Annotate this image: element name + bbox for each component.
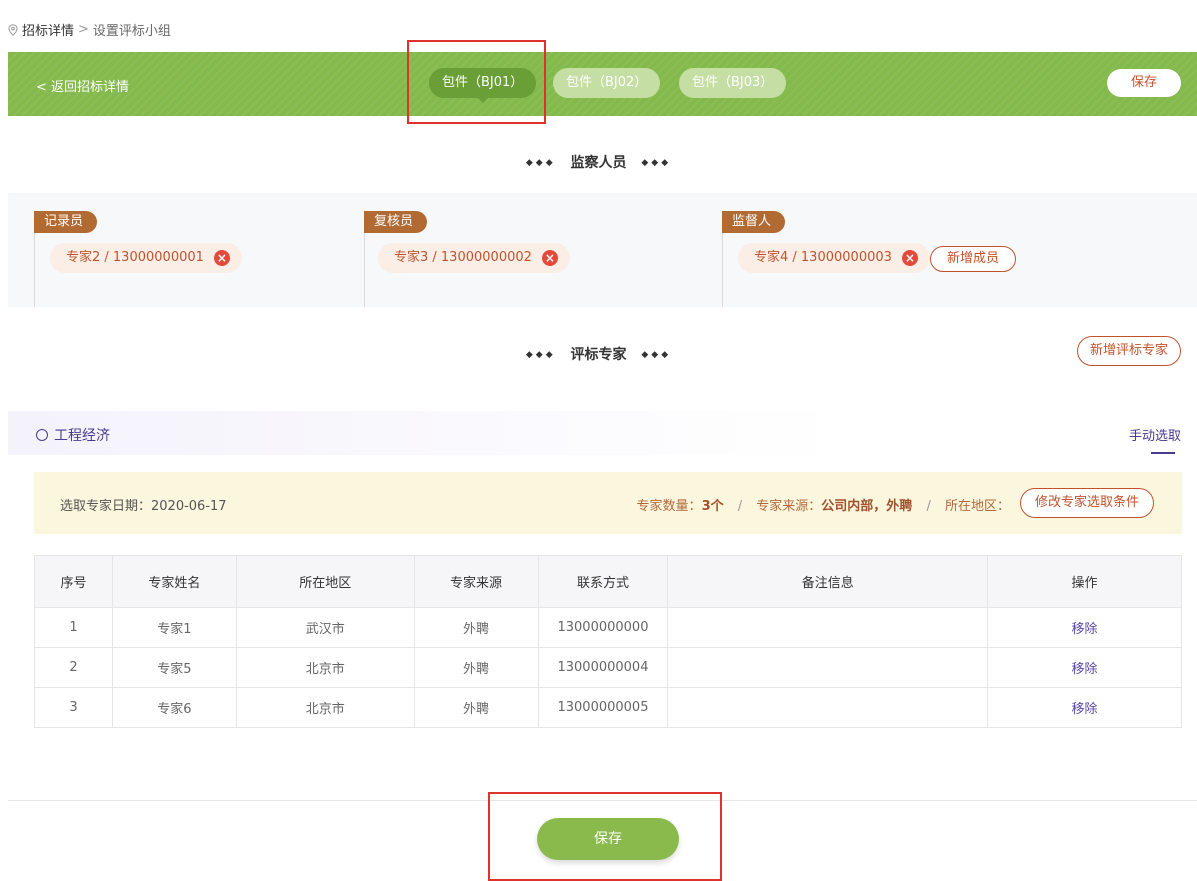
diamond-dots-icon: ◆◆◆ xyxy=(641,158,672,168)
expert-source: 外聘 xyxy=(413,647,539,688)
role-column-supervisor: 监督人 专家4 / 13000000003 × 新增成员 xyxy=(722,193,1197,307)
breadcrumb-separator: > xyxy=(78,22,89,37)
diamond-dots-icon: ◆◆◆ xyxy=(641,350,672,360)
role-tag: 监督人 xyxy=(722,211,786,233)
column-header: 所在地区 xyxy=(235,555,415,608)
close-circle-icon[interactable]: × xyxy=(901,250,918,266)
column-header: 专家姓名 xyxy=(111,555,237,608)
supervision-section-title: ◆◆◆ 监察人员 ◆◆◆ xyxy=(0,152,1197,172)
supervision-title-text: 监察人员 xyxy=(570,155,627,171)
breadcrumb-current: 设置评标小组 xyxy=(92,24,171,39)
expert-phone: 13000000005 xyxy=(537,687,669,728)
expert-note xyxy=(667,687,989,728)
package-tab-label: 包件（BJ02） xyxy=(566,75,648,90)
column-header: 操作 xyxy=(987,555,1182,608)
save-button-top[interactable]: 保存 xyxy=(1107,69,1181,97)
table-row: 1 专家1 武汉市 外聘 13000000000 移除 xyxy=(34,607,1182,648)
expert-phone: 13000000000 xyxy=(537,607,669,648)
member-chip: 专家3 / 13000000002 × xyxy=(378,243,570,273)
experts-section-title: ◆◆◆ 评标专家 ◆◆◆ xyxy=(0,344,1197,364)
expert-source-value: 公司内部，外聘 xyxy=(821,499,913,514)
remove-expert-link[interactable]: 移除 xyxy=(987,607,1182,648)
expert-group-header: 工程经济 手动选取 xyxy=(8,411,1197,455)
expert-region: 武汉市 xyxy=(235,607,415,648)
highlight-box-active-tab xyxy=(407,40,546,124)
group-title: 工程经济 xyxy=(36,425,110,445)
supervision-roles-panel: 记录员 专家2 / 13000000001 × 复核员 专家3 / 130000… xyxy=(8,193,1197,307)
package-tab-bj03[interactable]: 包件（BJ03） xyxy=(679,68,787,98)
column-header: 联系方式 xyxy=(537,555,669,608)
row-number: 1 xyxy=(34,607,113,648)
back-to-bid-details-link[interactable]: < 返回招标详情 xyxy=(36,76,129,95)
package-tab-bj02[interactable]: 包件（BJ02） xyxy=(553,68,661,98)
table-header-row: 序号 专家姓名 所在地区 专家来源 联系方式 备注信息 操作 xyxy=(34,555,1182,608)
location-pin-icon xyxy=(8,23,18,36)
member-chip: 专家4 / 13000000003 × xyxy=(738,243,930,273)
expert-name: 专家6 xyxy=(111,687,237,728)
role-tag: 复核员 xyxy=(364,211,428,233)
column-header: 专家来源 xyxy=(413,555,539,608)
expert-name: 专家5 xyxy=(111,647,237,688)
region-label: 所在地区： xyxy=(944,499,1010,514)
package-tab-bar: < 返回招标详情 包件（BJ01） 包件（BJ02） 包件（BJ03） 保存 xyxy=(8,52,1197,116)
member-chip-label: 专家2 / 13000000001 xyxy=(66,250,204,265)
breadcrumb-parent-link[interactable]: 招标详情 xyxy=(22,20,74,39)
table-row: 3 专家6 北京市 外聘 13000000005 移除 xyxy=(34,687,1182,728)
add-member-button[interactable]: 新增成员 xyxy=(930,246,1017,272)
remove-expert-link[interactable]: 移除 xyxy=(987,687,1182,728)
expert-source: 外聘 xyxy=(413,687,539,728)
member-chip: 专家2 / 13000000001 × xyxy=(50,243,242,273)
expert-count-label: 专家数量： xyxy=(636,499,702,514)
expert-source: 外聘 xyxy=(413,607,539,648)
add-expert-button[interactable]: 新增评标专家 xyxy=(1076,336,1181,366)
criteria-summary: 专家数量：3个 / 专家来源：公司内部，外聘 / 所在地区： xyxy=(637,495,1010,514)
experts-table: 序号 专家姓名 所在地区 专家来源 联系方式 备注信息 操作 1 专家1 武汉市… xyxy=(34,555,1182,728)
manual-select-tab[interactable]: 手动选取 xyxy=(1129,425,1181,444)
selection-date: 选取专家日期：2020-06-17 xyxy=(60,499,227,514)
column-header: 序号 xyxy=(34,555,113,608)
diamond-dots-icon: ◆◆◆ xyxy=(525,158,556,168)
expert-region: 北京市 xyxy=(235,687,415,728)
expert-note xyxy=(667,647,989,688)
breadcrumb: 招标详情 > 设置评标小组 xyxy=(8,20,171,39)
selection-criteria-bar: 选取专家日期：2020-06-17 专家数量：3个 / 专家来源：公司内部，外聘… xyxy=(34,472,1182,534)
close-circle-icon[interactable]: × xyxy=(541,250,558,266)
expert-count-value: 3个 xyxy=(701,499,724,514)
row-number: 3 xyxy=(34,687,113,728)
modify-criteria-button[interactable]: 修改专家选取条件 xyxy=(1019,488,1154,518)
criteria-separator: / xyxy=(737,499,743,514)
expert-phone: 13000000004 xyxy=(537,647,669,688)
expert-region: 北京市 xyxy=(235,647,415,688)
group-title-text: 工程经济 xyxy=(54,428,110,444)
experts-title-text: 评标专家 xyxy=(570,347,627,363)
expert-note xyxy=(667,607,989,648)
active-tab-underline xyxy=(1151,452,1175,454)
row-number: 2 xyxy=(34,647,113,688)
table-row: 2 专家5 北京市 外聘 13000000004 移除 xyxy=(34,647,1182,688)
role-column-reviewer: 复核员 专家3 / 13000000002 × xyxy=(364,193,722,307)
highlight-box-save-button xyxy=(488,792,722,881)
diamond-dots-icon: ◆◆◆ xyxy=(525,350,556,360)
package-tab-label: 包件（BJ03） xyxy=(692,75,774,90)
member-chip-label: 专家3 / 13000000002 xyxy=(394,250,532,265)
page: 招标详情 > 设置评标小组 < 返回招标详情 包件（BJ01） 包件（BJ02）… xyxy=(0,0,1197,881)
role-column-recorder: 记录员 专家2 / 13000000001 × xyxy=(34,193,364,307)
expert-source-label: 专家来源： xyxy=(756,499,822,514)
close-circle-icon[interactable]: × xyxy=(213,250,230,266)
remove-expert-link[interactable]: 移除 xyxy=(987,647,1182,688)
expert-name: 专家1 xyxy=(111,607,237,648)
criteria-separator: / xyxy=(926,499,931,514)
column-header: 备注信息 xyxy=(667,555,989,608)
role-tag: 记录员 xyxy=(34,211,98,233)
circle-icon xyxy=(36,429,48,441)
member-chip-label: 专家4 / 13000000003 xyxy=(754,250,892,265)
